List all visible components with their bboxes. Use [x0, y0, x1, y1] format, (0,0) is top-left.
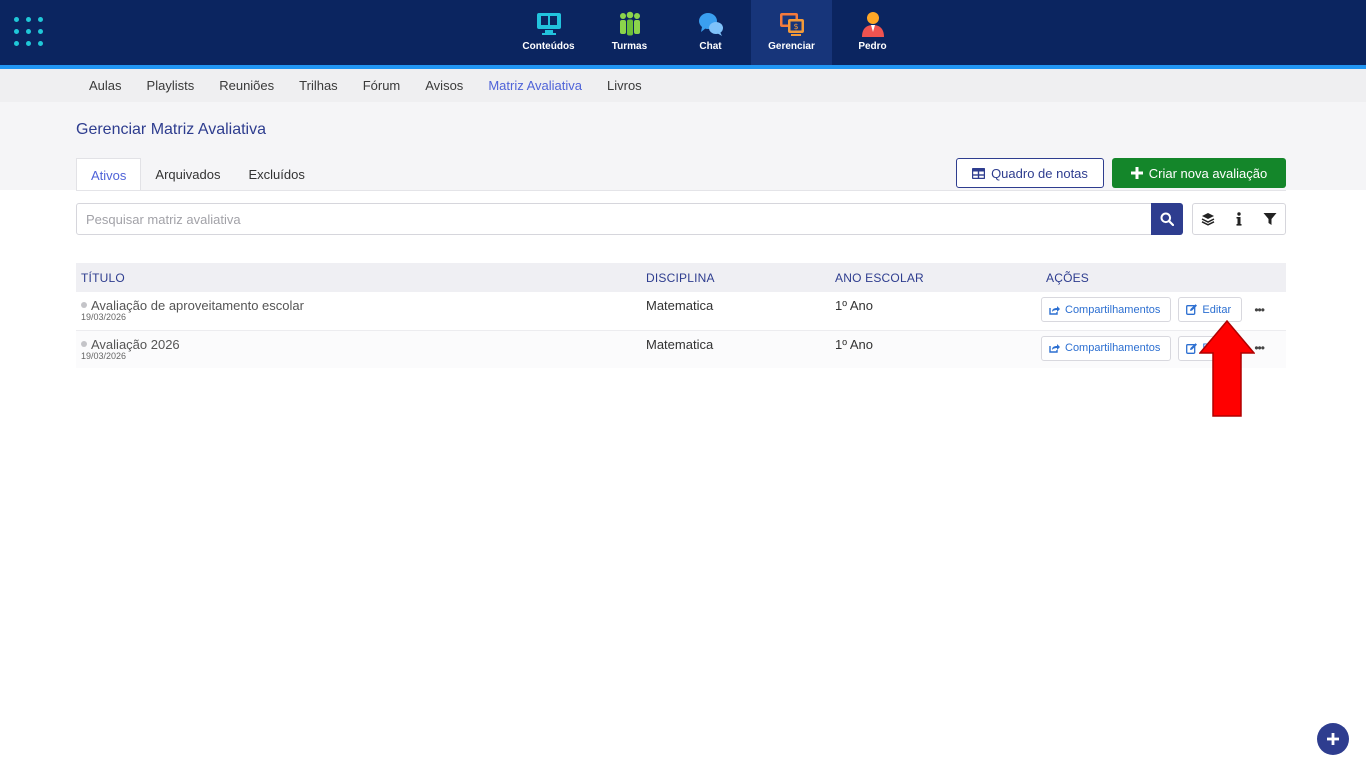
- column-header-discipline[interactable]: DISCIPLINA: [641, 263, 830, 292]
- nav-label: Pedro: [858, 41, 887, 52]
- create-evaluation-label: Criar nova avaliação: [1148, 165, 1268, 181]
- title-cell: Avaliação de aproveitamento escolar 19/0…: [76, 292, 641, 330]
- subnav-item-livros[interactable]: Livros: [607, 78, 642, 93]
- table-header-row: TÍTULO DISCIPLINA ANO ESCOLAR AÇÕES: [76, 263, 1286, 292]
- table-icon: [972, 167, 986, 179]
- column-header-grade[interactable]: ANO ESCOLAR: [830, 263, 1041, 292]
- column-header-actions: AÇÕES: [1046, 270, 1090, 285]
- floating-add-button[interactable]: [1317, 723, 1349, 755]
- evaluation-title[interactable]: Avaliação de aproveitamento escolar: [91, 298, 304, 313]
- status-tabs: Ativos Arquivados Excluídos: [76, 158, 319, 191]
- top-navbar: Conteúdos Turmas Chat $ Gerenciar Pedro: [0, 0, 1366, 65]
- create-evaluation-button[interactable]: Criar nova avaliação: [1112, 158, 1286, 188]
- people-group-icon: [619, 11, 640, 36]
- nav-label: Conteúdos: [522, 41, 575, 52]
- more-options-icon[interactable]: •••: [1249, 300, 1269, 320]
- search-icon: [1160, 212, 1174, 226]
- filter-icon: [1263, 213, 1277, 225]
- grade-cell: 1º Ano: [835, 298, 874, 313]
- tab-excluidos[interactable]: Excluídos: [234, 158, 318, 191]
- apps-grid-icon[interactable]: [14, 17, 46, 49]
- share-icon: [1049, 344, 1060, 353]
- page-title: Gerenciar Matriz Avaliativa: [76, 121, 266, 138]
- subnav-item-matriz-avaliativa[interactable]: Matriz Avaliativa: [488, 78, 582, 93]
- nav-label: Gerenciar: [768, 41, 815, 52]
- manage-screens-icon: $: [779, 13, 804, 36]
- search-input[interactable]: [76, 203, 1152, 235]
- filter-button[interactable]: [1254, 204, 1285, 234]
- plus-icon: [1327, 733, 1339, 745]
- evaluation-date: 19/03/2026: [81, 312, 127, 322]
- layers-icon: [1201, 213, 1215, 226]
- nav-item-gerenciar[interactable]: $ Gerenciar: [751, 0, 832, 65]
- grade-cell: 1º Ano: [835, 336, 874, 352]
- status-dot: [81, 340, 87, 347]
- column-header-title[interactable]: TÍTULO: [76, 263, 641, 292]
- sub-navbar: Aulas Playlists Reuniões Trilhas Fórum A…: [0, 69, 1366, 102]
- share-button[interactable]: Compartilhamentos: [1041, 335, 1172, 361]
- subnav-item-aulas[interactable]: Aulas: [89, 78, 122, 93]
- share-button[interactable]: Compartilhamentos: [1041, 297, 1172, 322]
- toolbar-group: [1192, 203, 1286, 235]
- search-button[interactable]: [1151, 203, 1183, 235]
- nav-label: Turmas: [611, 41, 648, 52]
- evaluations-table: TÍTULO DISCIPLINA ANO ESCOLAR AÇÕES Aval…: [76, 263, 1286, 368]
- table-row: Avaliação 2026 19/03/2026 Matematica 1º …: [76, 330, 1286, 368]
- chat-bubbles-icon: [698, 13, 723, 36]
- info-button[interactable]: [1224, 204, 1255, 234]
- discipline-cell: Matematica: [646, 298, 714, 313]
- gradebook-button-label: Quadro de notas: [991, 165, 1088, 181]
- tabs-divider: [76, 190, 1286, 191]
- evaluation-title[interactable]: Avaliação 2026: [91, 337, 180, 352]
- nav-item-profile[interactable]: Pedro: [832, 0, 913, 65]
- plus-icon: [1130, 167, 1143, 179]
- subnav-item-avisos[interactable]: Avisos: [425, 78, 463, 93]
- info-icon: [1236, 212, 1242, 226]
- nav-item-chat[interactable]: Chat: [670, 0, 751, 65]
- share-button-label: Compartilhamentos: [1065, 303, 1161, 316]
- subnav-item-playlists[interactable]: Playlists: [147, 78, 195, 93]
- subnav-item-trilhas[interactable]: Trilhas: [299, 78, 338, 93]
- discipline-cell: Matematica: [646, 336, 714, 352]
- monitor-book-icon: [536, 13, 561, 35]
- nav-item-turmas[interactable]: Turmas: [589, 0, 670, 65]
- edit-icon: [1186, 342, 1198, 354]
- edit-button-label: Editar: [1202, 303, 1232, 316]
- nav-item-conteudos[interactable]: Conteúdos: [508, 0, 589, 65]
- title-cell: Avaliação 2026 19/03/2026: [76, 330, 641, 368]
- share-icon: [1049, 305, 1060, 315]
- table-row: Avaliação de aproveitamento escolar 19/0…: [76, 292, 1286, 330]
- user-avatar-icon: [861, 12, 884, 37]
- edit-icon: [1186, 304, 1198, 315]
- subnav-item-forum[interactable]: Fórum: [363, 78, 401, 93]
- gradebook-button[interactable]: Quadro de notas: [956, 158, 1104, 188]
- edit-button[interactable]: Editar: [1178, 297, 1243, 322]
- tab-ativos[interactable]: Ativos: [76, 158, 142, 191]
- status-dot: [81, 302, 87, 308]
- share-button-label: Compartilhamentos: [1065, 342, 1161, 354]
- annotation-arrow-icon: [1199, 320, 1255, 417]
- svg-text:$: $: [793, 22, 798, 31]
- evaluation-date: 19/03/2026: [81, 350, 127, 361]
- nav-label: Chat: [699, 41, 722, 52]
- subnav-item-reunioes[interactable]: Reuniões: [219, 78, 274, 93]
- layers-button[interactable]: [1193, 204, 1224, 234]
- tab-arquivados[interactable]: Arquivados: [141, 158, 234, 191]
